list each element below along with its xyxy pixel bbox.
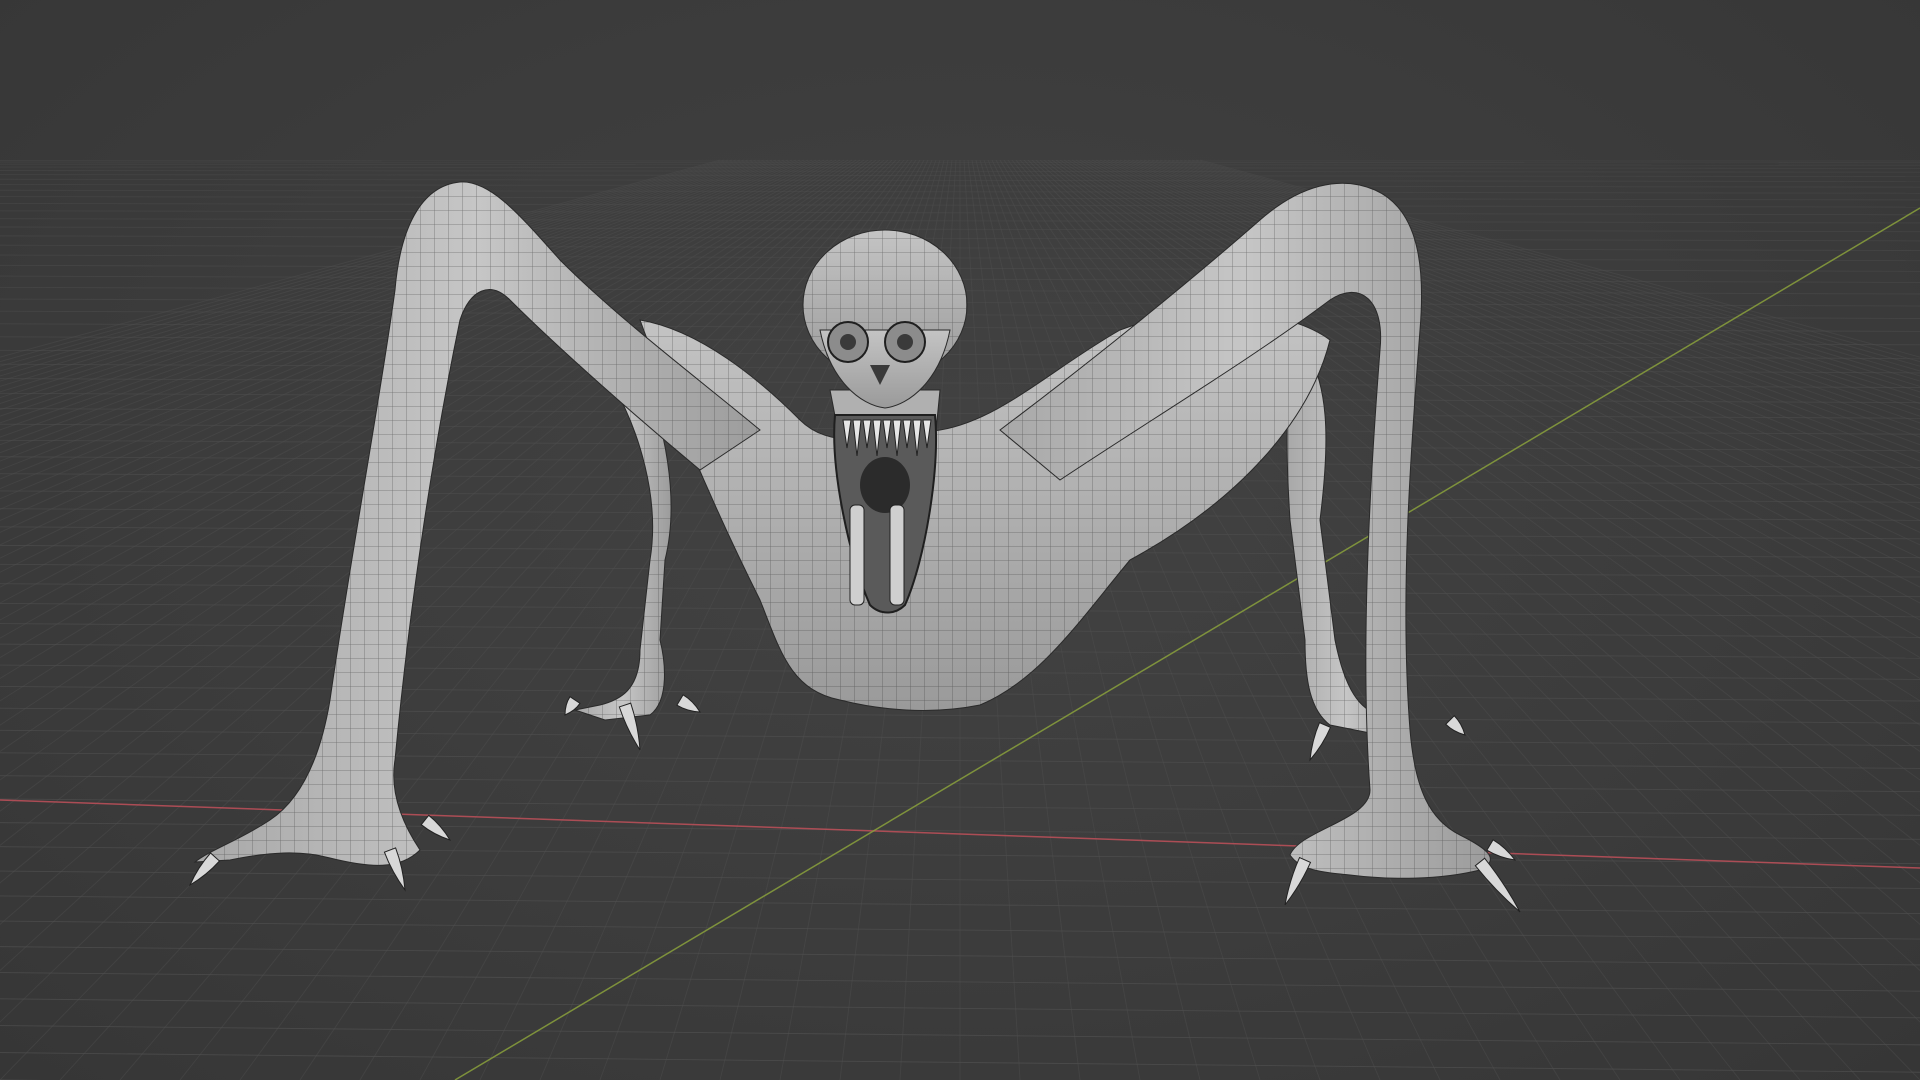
- lower-jaw-right: [889, 504, 905, 606]
- creature-mesh[interactable]: [188, 181, 1521, 913]
- claw: [1486, 839, 1517, 861]
- grid-line: [1019, 159, 1861, 1080]
- claw: [676, 694, 701, 713]
- claw: [1284, 856, 1312, 906]
- grid-line: [1023, 159, 1920, 1080]
- 3d-viewport[interactable]: [0, 0, 1920, 1080]
- claw: [1445, 715, 1466, 736]
- claw: [420, 814, 452, 841]
- lower-jaw-left: [849, 504, 865, 606]
